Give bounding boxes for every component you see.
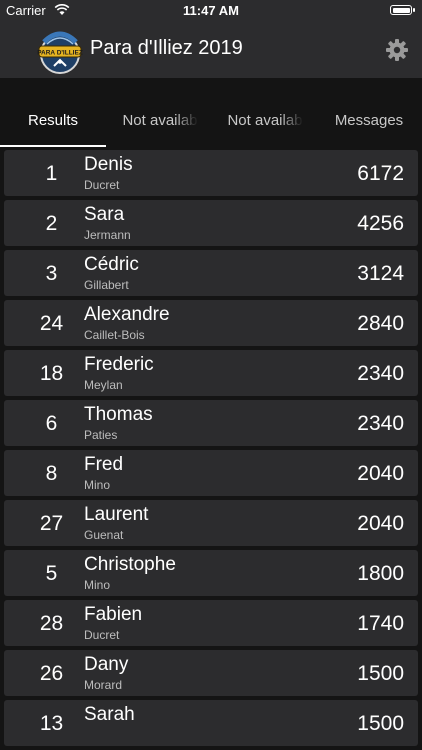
tab-label: Not availab xyxy=(227,112,303,129)
last-name: Morard xyxy=(84,678,123,692)
first-name: Fabien xyxy=(84,604,143,625)
first-name: Denis xyxy=(84,154,133,175)
first-name: Christophe xyxy=(84,554,176,575)
score: 2340 xyxy=(357,412,404,435)
last-name: Mino xyxy=(84,478,111,492)
result-row[interactable]: 3 Cédric Gillabert 3124 xyxy=(4,250,418,296)
result-row[interactable]: 6 Thomas Paties 2340 xyxy=(4,400,418,446)
score: 1740 xyxy=(357,612,404,635)
last-name: Caillet-Bois xyxy=(84,328,145,342)
tab-messages[interactable]: Messages xyxy=(316,96,422,146)
battery-level xyxy=(392,7,410,13)
result-row[interactable]: 26 Dany Morard 1500 xyxy=(4,650,418,696)
score: 1500 xyxy=(357,662,404,685)
gear-icon[interactable] xyxy=(385,38,409,62)
result-row[interactable]: 27 Laurent Guenat 2040 xyxy=(4,500,418,546)
logo-text: PARA D'ILLIEZ xyxy=(37,50,83,57)
battery-icon xyxy=(390,5,415,15)
score: 2340 xyxy=(357,362,404,385)
last-name: Guenat xyxy=(84,528,124,542)
score: 6172 xyxy=(357,162,404,185)
tab-bar: Results Not availab Not availab Messages xyxy=(0,96,422,146)
score: 2040 xyxy=(357,462,404,485)
tab-label: Not availab xyxy=(122,112,198,129)
result-row[interactable]: 2 Sara Jermann 4256 xyxy=(4,200,418,246)
score: 2840 xyxy=(357,312,404,335)
score: 1800 xyxy=(357,562,404,585)
status-bar: Carrier 11:47 AM xyxy=(0,0,422,22)
first-name: Cédric xyxy=(84,254,139,275)
first-name: Sara xyxy=(84,204,125,225)
tab-not-available-1[interactable]: Not availab xyxy=(122,96,198,146)
tab-results[interactable]: Results xyxy=(0,96,106,146)
first-name: Laurent xyxy=(84,504,149,525)
last-name: Meylan xyxy=(84,378,123,392)
first-name: Dany xyxy=(84,654,129,675)
tab-not-available-2[interactable]: Not availab xyxy=(227,96,303,146)
tab-label: Messages xyxy=(334,112,404,129)
result-row[interactable]: 24 Alexandre Caillet-Bois 2840 xyxy=(4,300,418,346)
app-logo: PARA D'ILLIEZ xyxy=(37,31,83,74)
nav-bar: PARA D'ILLIEZ Para d'Illiez 2019 xyxy=(0,22,422,78)
result-row[interactable]: 1 Denis Ducret 6172 xyxy=(4,150,418,196)
result-row[interactable]: 13 Sarah 1500 xyxy=(4,700,418,746)
results-list[interactable]: 1 Denis Ducret 6172 2 Sara Jermann 4256 … xyxy=(0,148,422,750)
score: 2040 xyxy=(357,512,404,535)
result-row[interactable]: 8 Fred Mino 2040 xyxy=(4,450,418,496)
last-name: Ducret xyxy=(84,178,120,192)
result-row[interactable]: 28 Fabien Ducret 1740 xyxy=(4,600,418,646)
last-name: Paties xyxy=(84,428,118,442)
score: 1500 xyxy=(357,712,404,735)
first-name: Sarah xyxy=(84,704,135,725)
score: 4256 xyxy=(357,212,404,235)
first-name: Thomas xyxy=(84,404,153,425)
last-name: Ducret xyxy=(84,628,120,642)
last-name: Jermann xyxy=(84,228,131,242)
result-row[interactable]: 18 Frederic Meylan 2340 xyxy=(4,350,418,396)
page-title: Para d'Illiez 2019 xyxy=(90,37,243,59)
result-row[interactable]: 5 Christophe Mino 1800 xyxy=(4,550,418,596)
last-name: Gillabert xyxy=(84,278,129,292)
active-tab-indicator xyxy=(0,145,106,147)
first-name: Fred xyxy=(84,454,124,475)
first-name: Frederic xyxy=(84,354,154,375)
tab-label: Results xyxy=(27,112,79,129)
clock: 11:47 AM xyxy=(183,3,239,18)
first-name: Alexandre xyxy=(84,304,170,325)
last-name: Mino xyxy=(84,578,111,592)
score: 3124 xyxy=(357,262,404,285)
